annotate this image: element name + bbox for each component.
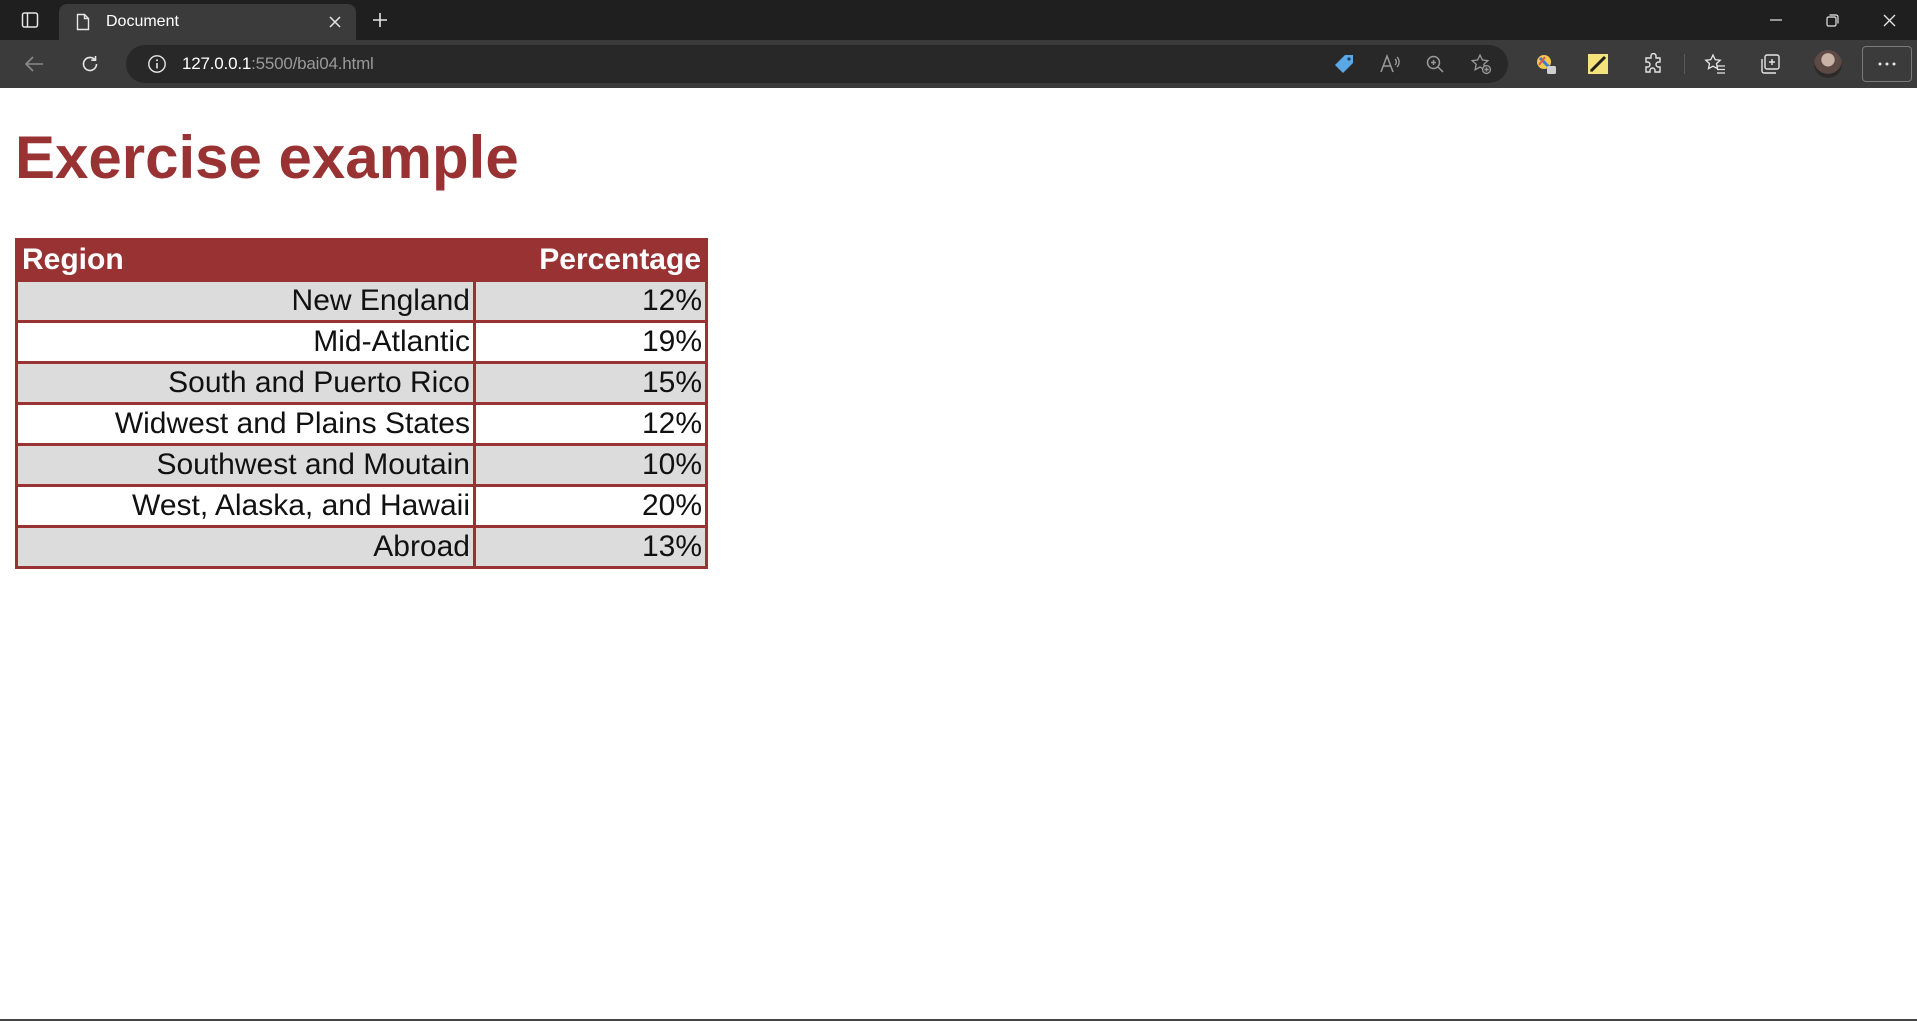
document-icon — [74, 12, 92, 32]
table-row: South and Puerto Rico 15% — [15, 361, 708, 405]
new-tab-button[interactable] — [366, 6, 394, 34]
table-row: Widwest and Plains States 12% — [15, 402, 708, 446]
browser-toolbar: 127.0.0.1:5500/bai04.html — [0, 40, 1917, 88]
info-icon[interactable] — [146, 53, 168, 75]
regions-table: Region Percentage New England 12% Mid-At… — [15, 238, 708, 569]
header-percentage: Percentage — [474, 239, 707, 281]
region-cell: Widwest and Plains States — [15, 402, 476, 446]
percentage-cell: 13% — [473, 525, 708, 569]
vertical-tabs-icon[interactable] — [10, 6, 50, 34]
page-title: Exercise example — [15, 124, 519, 191]
table-header-row: Region Percentage — [16, 239, 707, 281]
browser-tab-bar: Document — [0, 0, 1917, 40]
browser-tab-active[interactable]: Document — [59, 4, 356, 40]
minimize-icon[interactable] — [1753, 4, 1799, 36]
table-row: Abroad 13% — [15, 525, 708, 569]
table-row: New England 12% — [15, 279, 708, 323]
favorites-icon[interactable] — [1699, 48, 1731, 80]
collections-icon[interactable] — [1754, 48, 1786, 80]
page-content: Exercise example Region Percentage New E… — [0, 88, 1917, 1021]
table-row: Mid-Atlantic 19% — [15, 320, 708, 364]
region-cell: Mid-Atlantic — [15, 320, 476, 364]
percentage-cell: 19% — [473, 320, 708, 364]
region-cell: South and Puerto Rico — [15, 361, 476, 405]
add-favorite-icon[interactable] — [1465, 48, 1497, 80]
percentage-cell: 15% — [473, 361, 708, 405]
percentage-cell: 12% — [473, 402, 708, 446]
table-row: West, Alaska, and Hawaii 20% — [15, 484, 708, 528]
restore-icon[interactable] — [1809, 4, 1855, 36]
region-cell: Southwest and Moutain — [15, 443, 476, 487]
toolbar-separator — [1684, 54, 1685, 74]
refresh-icon[interactable] — [74, 48, 106, 80]
zoom-icon[interactable] — [1419, 48, 1451, 80]
region-cell: New England — [15, 279, 476, 323]
extension-pen-icon[interactable] — [1582, 48, 1614, 80]
header-region: Region — [16, 239, 475, 281]
close-window-icon[interactable] — [1866, 4, 1912, 36]
percentage-cell: 10% — [473, 443, 708, 487]
region-cell: Abroad — [15, 525, 476, 569]
percentage-cell: 20% — [473, 484, 708, 528]
back-arrow-icon[interactable] — [18, 48, 50, 80]
ellipsis-icon[interactable] — [1862, 46, 1912, 82]
region-cell: West, Alaska, and Hawaii — [15, 484, 476, 528]
tab-title: Document — [106, 13, 179, 30]
table-row: Southwest and Moutain 10% — [15, 443, 708, 487]
read-aloud-icon[interactable] — [1374, 48, 1406, 80]
puzzle-icon[interactable] — [1638, 48, 1670, 80]
tab-close-icon[interactable] — [322, 9, 348, 35]
address-bar[interactable]: 127.0.0.1:5500/bai04.html — [126, 45, 1508, 83]
percentage-cell: 12% — [473, 279, 708, 323]
url-text: 127.0.0.1:5500/bai04.html — [182, 54, 374, 73]
avatar[interactable] — [1814, 50, 1842, 78]
extension-colorful-icon[interactable] — [1531, 48, 1563, 80]
tag-icon[interactable] — [1328, 48, 1360, 80]
